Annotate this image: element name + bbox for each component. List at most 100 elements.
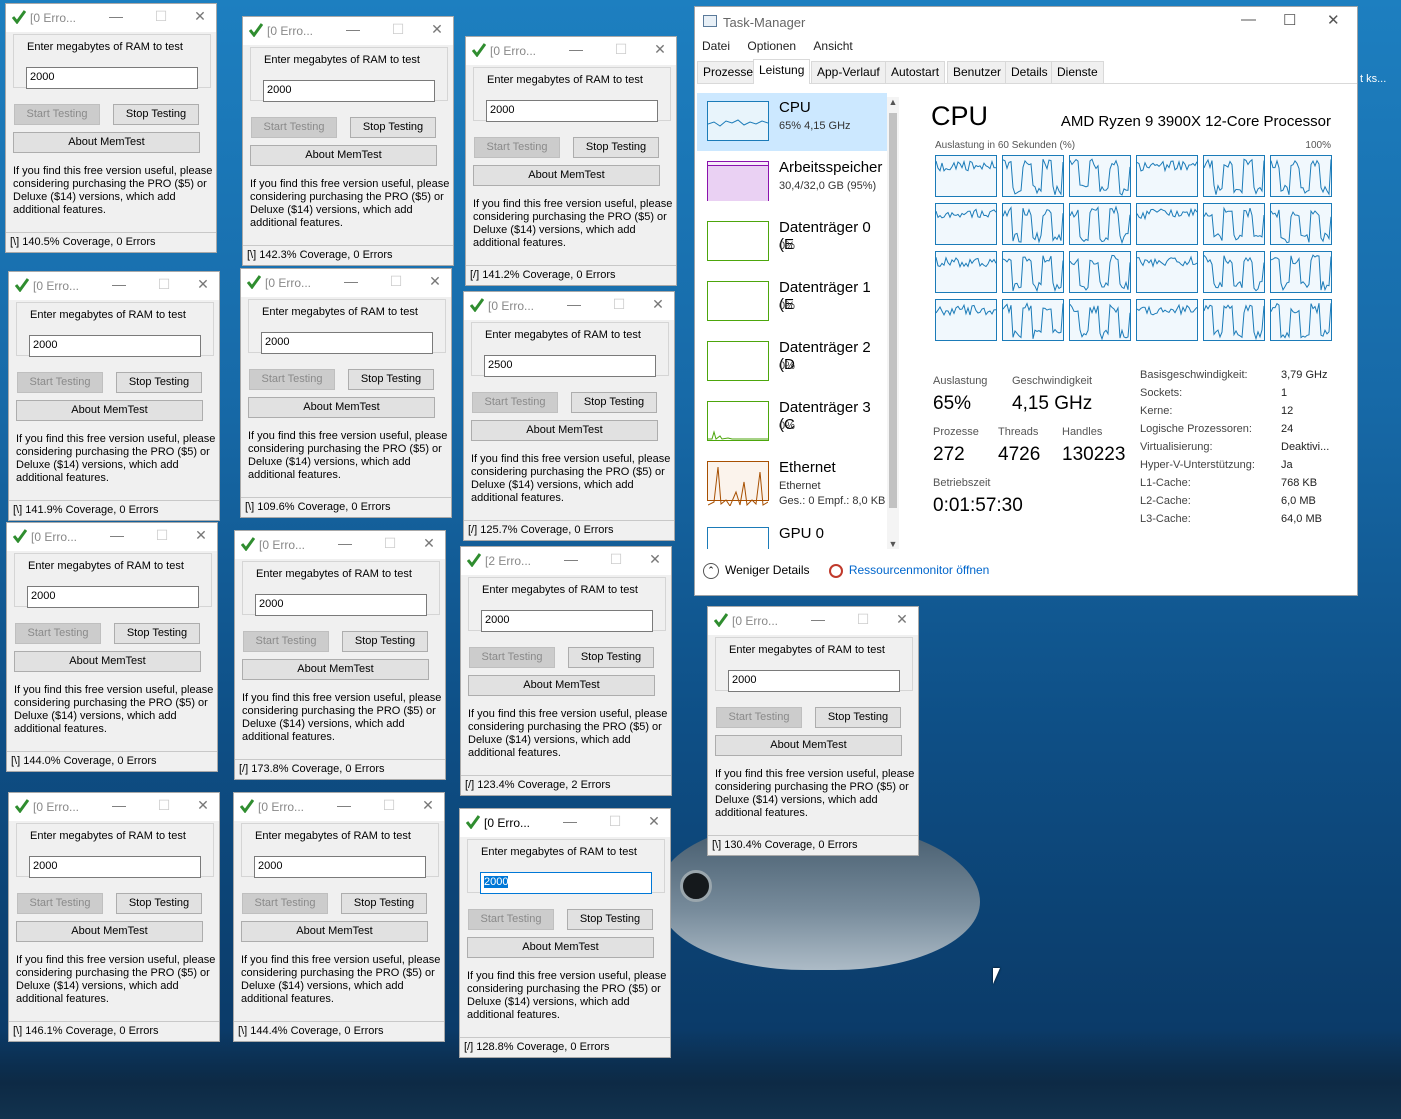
- start-testing-button[interactable]: Start Testing: [474, 137, 560, 158]
- about-memtest-button[interactable]: About MemTest: [248, 397, 435, 418]
- memtest-window[interactable]: [2 Erro... — ☐ ✕ Enter megabytes of RAM …: [460, 546, 672, 796]
- sidebar-scrollbar[interactable]: ▲ ▼: [887, 97, 899, 549]
- tab-app-verlauf[interactable]: App-Verlauf: [811, 61, 886, 83]
- stop-testing-button[interactable]: Stop Testing: [342, 631, 428, 652]
- tab-leistung[interactable]: Leistung: [753, 59, 811, 84]
- start-testing-button[interactable]: Start Testing: [249, 369, 335, 390]
- memtest-window[interactable]: [0 Erro... — ☐ ✕ Enter megabytes of RAM …: [240, 268, 452, 518]
- sidebar-item-memory[interactable]: Arbeitsspeicher 30,4/32,0 GB (95%): [697, 153, 887, 211]
- title-bar[interactable]: [0 Erro... — ☐ ✕: [6, 4, 216, 32]
- close-icon[interactable]: ✕: [892, 611, 912, 628]
- title-bar[interactable]: [0 Erro... — ☐ ✕: [466, 37, 676, 65]
- start-testing-button[interactable]: Start Testing: [17, 372, 103, 393]
- about-memtest-button[interactable]: About MemTest: [14, 651, 201, 672]
- scroll-down-icon[interactable]: ▼: [887, 539, 899, 549]
- maximize-icon[interactable]: ☐: [1283, 11, 1296, 29]
- close-icon[interactable]: ✕: [418, 797, 438, 814]
- memtest-window[interactable]: [0 Erro... — ☐ ✕ Enter megabytes of RAM …: [233, 792, 445, 1042]
- desktop-icon-label[interactable]: t ks...: [1360, 72, 1400, 86]
- tab-autostart[interactable]: Autostart: [885, 61, 946, 83]
- sidebar-item-disk-0[interactable]: Datenträger 0 (E 0%: [697, 213, 887, 271]
- megabytes-input[interactable]: 2000: [486, 100, 658, 122]
- scroll-thumb[interactable]: [889, 113, 897, 508]
- memtest-window[interactable]: [0 Erro... — ☐ ✕ Enter megabytes of RAM …: [465, 36, 677, 286]
- megabytes-input[interactable]: 2000: [26, 67, 198, 89]
- sidebar-item-disk-3[interactable]: Datenträger 3 (C 0%: [697, 393, 887, 451]
- about-memtest-button[interactable]: About MemTest: [250, 145, 437, 166]
- close-icon[interactable]: ✕: [427, 21, 447, 38]
- megabytes-input[interactable]: 2000: [29, 335, 201, 357]
- about-memtest-button[interactable]: About MemTest: [241, 921, 428, 942]
- stop-testing-button[interactable]: Stop Testing: [573, 137, 659, 158]
- about-memtest-button[interactable]: About MemTest: [13, 132, 200, 153]
- about-memtest-button[interactable]: About MemTest: [471, 420, 658, 441]
- minimize-icon[interactable]: —: [343, 21, 363, 37]
- stop-testing-button[interactable]: Stop Testing: [568, 647, 654, 668]
- minimize-icon[interactable]: —: [334, 797, 354, 813]
- tab-benutzer[interactable]: Benutzer: [947, 61, 1008, 83]
- close-icon[interactable]: ✕: [190, 8, 210, 25]
- scroll-up-icon[interactable]: ▲: [887, 97, 899, 107]
- close-icon[interactable]: ✕: [419, 535, 439, 552]
- memtest-window[interactable]: [0 Erro... — ☐ ✕ Enter megabytes of RAM …: [234, 530, 446, 780]
- memtest-window[interactable]: [0 Erro... — ☐ ✕ Enter megabytes of RAM …: [8, 271, 220, 521]
- close-icon[interactable]: ✕: [191, 527, 211, 544]
- stop-testing-button[interactable]: Stop Testing: [116, 372, 202, 393]
- memtest-window[interactable]: [0 Erro... — ☐ ✕ Enter megabytes of RAM …: [459, 808, 671, 1058]
- tab-prozesse[interactable]: Prozesse: [697, 61, 760, 83]
- menu-optionen[interactable]: Optionen: [747, 39, 796, 53]
- memtest-window[interactable]: [0 Erro... — ☐ ✕ Enter megabytes of RAM …: [242, 16, 454, 266]
- about-memtest-button[interactable]: About MemTest: [468, 675, 655, 696]
- minimize-icon[interactable]: —: [106, 8, 126, 24]
- resource-monitor-icon[interactable]: [828, 564, 843, 578]
- minimize-icon[interactable]: —: [341, 273, 361, 289]
- megabytes-input[interactable]: 2000: [254, 856, 426, 878]
- start-testing-button[interactable]: Start Testing: [468, 909, 554, 930]
- start-testing-button[interactable]: Start Testing: [242, 893, 328, 914]
- title-bar[interactable]: [0 Erro... — ☐ ✕: [460, 809, 670, 837]
- title-bar[interactable]: [2 Erro... — ☐ ✕: [461, 547, 671, 575]
- task-manager-window[interactable]: Task-Manager — ☐ ✕ Datei Optionen Ansich…: [694, 6, 1358, 596]
- megabytes-input[interactable]: 2000: [480, 872, 652, 894]
- close-icon[interactable]: ✕: [650, 41, 670, 58]
- start-testing-button[interactable]: Start Testing: [469, 647, 555, 668]
- about-memtest-button[interactable]: About MemTest: [467, 937, 654, 958]
- title-bar[interactable]: [0 Erro... — ☐ ✕: [7, 523, 217, 551]
- title-bar[interactable]: [0 Erro... — ☐ ✕: [9, 272, 219, 300]
- minimize-icon[interactable]: —: [561, 551, 581, 567]
- tab-details[interactable]: Details: [1005, 61, 1054, 83]
- resource-monitor-link[interactable]: Ressourcenmonitor öffnen: [849, 563, 990, 577]
- minimize-icon[interactable]: —: [1241, 11, 1256, 28]
- start-testing-button[interactable]: Start Testing: [716, 707, 802, 728]
- about-memtest-button[interactable]: About MemTest: [715, 735, 902, 756]
- close-icon[interactable]: ✕: [193, 276, 213, 293]
- minimize-icon[interactable]: —: [560, 813, 580, 829]
- megabytes-input[interactable]: 2000: [27, 586, 199, 608]
- title-bar[interactable]: [0 Erro... — ☐ ✕: [234, 793, 444, 821]
- title-bar[interactable]: [0 Erro... — ☐ ✕: [241, 269, 451, 297]
- megabytes-input[interactable]: 2500: [484, 355, 656, 377]
- start-testing-button[interactable]: Start Testing: [15, 623, 101, 644]
- start-testing-button[interactable]: Start Testing: [472, 392, 558, 413]
- stop-testing-button[interactable]: Stop Testing: [350, 117, 436, 138]
- sidebar-item-disk-1[interactable]: Datenträger 1 (E 0%: [697, 273, 887, 331]
- stop-testing-button[interactable]: Stop Testing: [114, 623, 200, 644]
- memtest-window[interactable]: [0 Erro... — ☐ ✕ Enter megabytes of RAM …: [6, 522, 218, 772]
- memtest-window[interactable]: [0 Erro... — ☐ ✕ Enter megabytes of RAM …: [5, 3, 217, 253]
- title-bar[interactable]: [0 Erro... — ☐ ✕: [235, 531, 445, 559]
- minimize-icon[interactable]: —: [808, 611, 828, 627]
- megabytes-input[interactable]: 2000: [728, 670, 900, 692]
- minimize-icon[interactable]: —: [335, 535, 355, 551]
- fewer-details-link[interactable]: Weniger Details: [725, 563, 809, 577]
- start-testing-button[interactable]: Start Testing: [251, 117, 337, 138]
- minimize-icon[interactable]: —: [564, 296, 584, 312]
- stop-testing-button[interactable]: Stop Testing: [815, 707, 901, 728]
- menu-ansicht[interactable]: Ansicht: [813, 39, 852, 53]
- close-icon[interactable]: ✕: [1327, 11, 1340, 29]
- memtest-window[interactable]: [0 Erro... — ☐ ✕ Enter megabytes of RAM …: [8, 792, 220, 1042]
- sidebar-item-gpu[interactable]: GPU 0: [697, 519, 887, 549]
- close-icon[interactable]: ✕: [425, 273, 445, 290]
- title-bar[interactable]: [0 Erro... — ☐ ✕: [9, 793, 219, 821]
- megabytes-input[interactable]: 2000: [261, 332, 433, 354]
- tab-dienste[interactable]: Dienste: [1051, 61, 1104, 83]
